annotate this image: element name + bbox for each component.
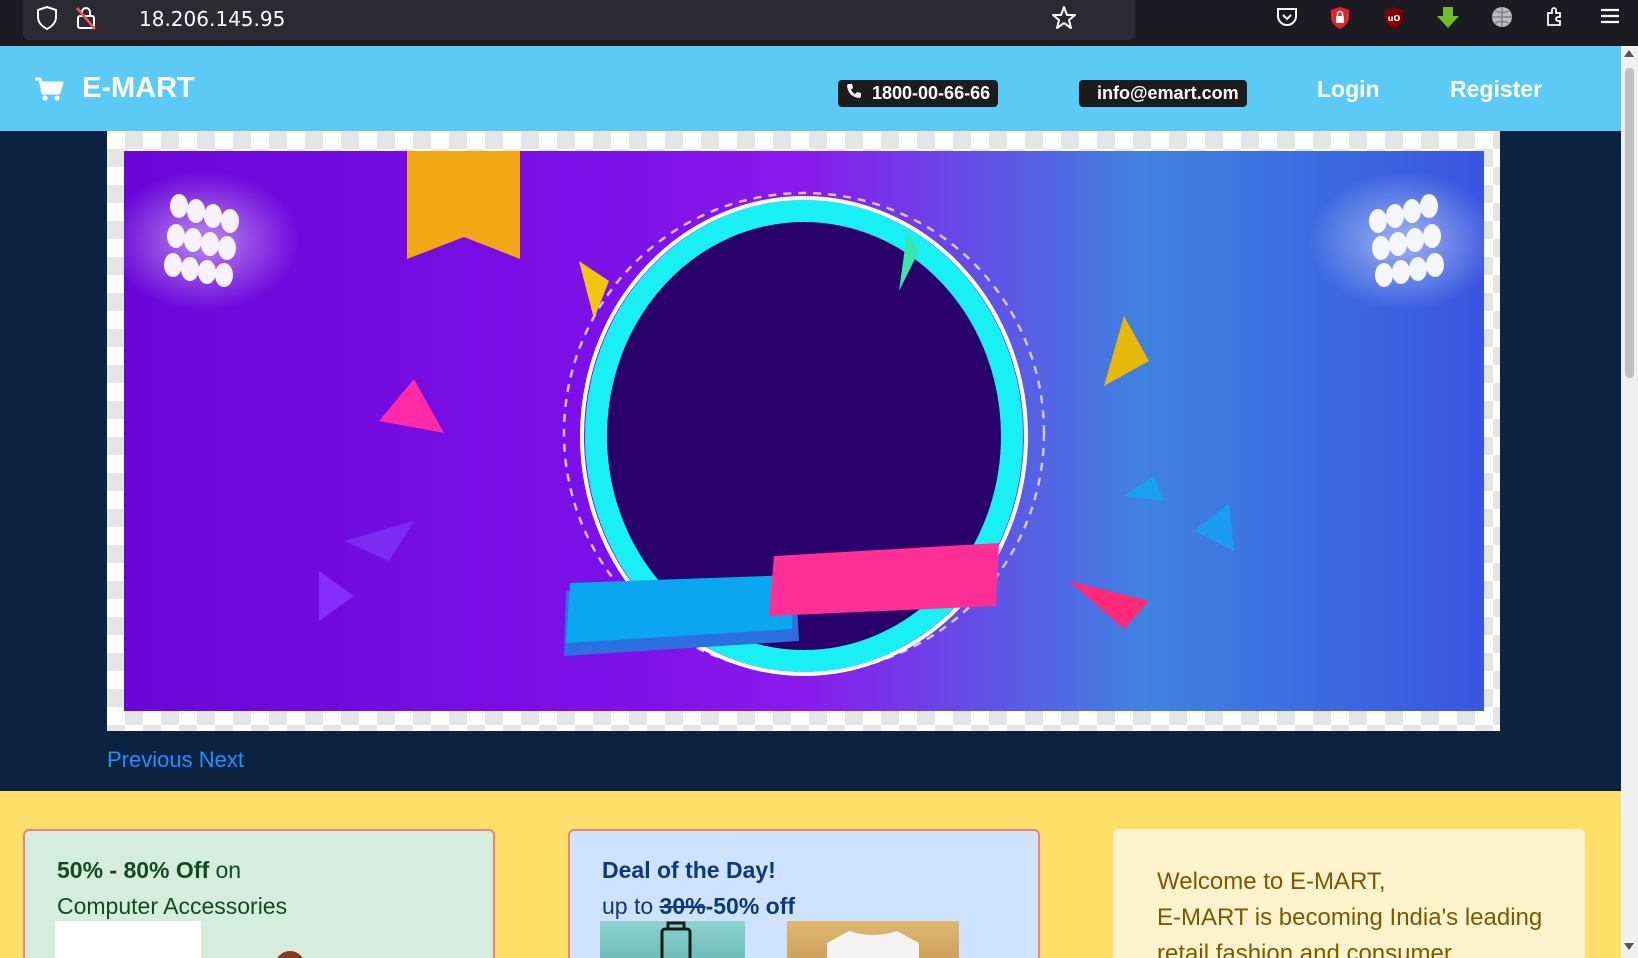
scroll-down-arrow[interactable] bbox=[1624, 943, 1634, 950]
ublock-icon[interactable]: uO bbox=[1380, 5, 1408, 33]
product-thumbnail-partial bbox=[275, 951, 305, 958]
promo-title-suffix: on bbox=[209, 857, 242, 883]
star-icon[interactable] bbox=[1050, 5, 1078, 33]
carousel bbox=[107, 131, 1500, 731]
product-thumbnail[interactable] bbox=[55, 921, 201, 958]
carousel-next[interactable]: Next bbox=[199, 747, 244, 772]
scroll-thumb[interactable] bbox=[1625, 68, 1634, 378]
welcome-line-1: Welcome to E-MART, bbox=[1157, 868, 1386, 895]
deal-title: Deal of the Day! bbox=[602, 857, 776, 883]
promo-title: 50% - 80% Off on bbox=[57, 857, 241, 884]
email-address: info@emart.com bbox=[1097, 83, 1239, 103]
hero-section: Previous Next bbox=[0, 131, 1621, 791]
browser-toolbar: 18.206.145.95 uO bbox=[0, 0, 1638, 46]
welcome-text: Welcome to E-MART, E-MART is becoming In… bbox=[1157, 864, 1542, 958]
brand[interactable]: E-MART bbox=[34, 72, 195, 105]
email-badge: info@emart.com bbox=[1079, 80, 1247, 107]
deal-new-discount: -50% off bbox=[705, 893, 796, 919]
extension-red-shield-icon[interactable] bbox=[1326, 5, 1354, 33]
banner-image bbox=[124, 151, 1484, 711]
tshirt-thumbnail[interactable] bbox=[787, 921, 959, 958]
welcome-line-2: E-MART is becoming India's leading bbox=[1157, 904, 1543, 931]
promo-card-computer-accessories[interactable]: 50% - 80% Off on Computer Accessories bbox=[23, 829, 495, 958]
brand-name: E-MART bbox=[82, 72, 195, 104]
deal-subtitle: up to 30%-50% off bbox=[602, 893, 795, 920]
promo-card-deal-of-the-day[interactable]: Deal of the Day! up to 30%-50% off bbox=[568, 829, 1040, 958]
navbar: E-MART 1800-00-66-66 info@emart.com Logi… bbox=[0, 46, 1621, 131]
promo-subtitle: Computer Accessories bbox=[57, 893, 288, 919]
welcome-card: Welcome to E-MART, E-MART is becoming In… bbox=[1113, 829, 1585, 958]
website: E-MART 1800-00-66-66 info@emart.com Logi… bbox=[0, 46, 1621, 958]
left-spotlight bbox=[124, 171, 299, 311]
globe-icon[interactable] bbox=[1488, 5, 1516, 33]
deal-prefix: up to bbox=[602, 893, 660, 919]
url-text[interactable]: 18.206.145.95 bbox=[139, 7, 285, 31]
insecure-lock-icon[interactable] bbox=[72, 5, 100, 33]
menu-icon[interactable] bbox=[1596, 5, 1624, 33]
phone-badge: 1800-00-66-66 bbox=[838, 80, 999, 107]
luggage-thumbnail[interactable] bbox=[600, 921, 745, 958]
carousel-controls: Previous Next bbox=[107, 747, 244, 773]
promo-discount: 50% - 80% Off bbox=[57, 857, 210, 883]
cart-icon bbox=[34, 76, 64, 102]
promo-section: 50% - 80% Off on Computer Accessories De… bbox=[0, 791, 1621, 958]
pocket-icon[interactable] bbox=[1273, 5, 1301, 33]
login-link[interactable]: Login bbox=[1317, 76, 1380, 103]
extensions-puzzle-icon[interactable] bbox=[1541, 5, 1569, 33]
deal-old-discount: 30% bbox=[659, 893, 706, 919]
phone-number: 1800-00-66-66 bbox=[872, 83, 991, 103]
page-scrollbar[interactable] bbox=[1621, 46, 1638, 958]
welcome-line-3: retail fashion and consumer bbox=[1157, 940, 1452, 958]
register-link[interactable]: Register bbox=[1450, 76, 1542, 103]
shield-icon[interactable] bbox=[33, 5, 61, 33]
address-bar[interactable]: 18.206.145.95 bbox=[23, 0, 1135, 40]
download-arrow-icon[interactable] bbox=[1434, 5, 1462, 33]
svg-text:uO: uO bbox=[1388, 14, 1401, 23]
carousel-previous[interactable]: Previous bbox=[107, 747, 193, 772]
phone-icon bbox=[846, 80, 862, 107]
right-spotlight bbox=[1309, 171, 1484, 311]
scroll-up-arrow[interactable] bbox=[1624, 50, 1634, 57]
